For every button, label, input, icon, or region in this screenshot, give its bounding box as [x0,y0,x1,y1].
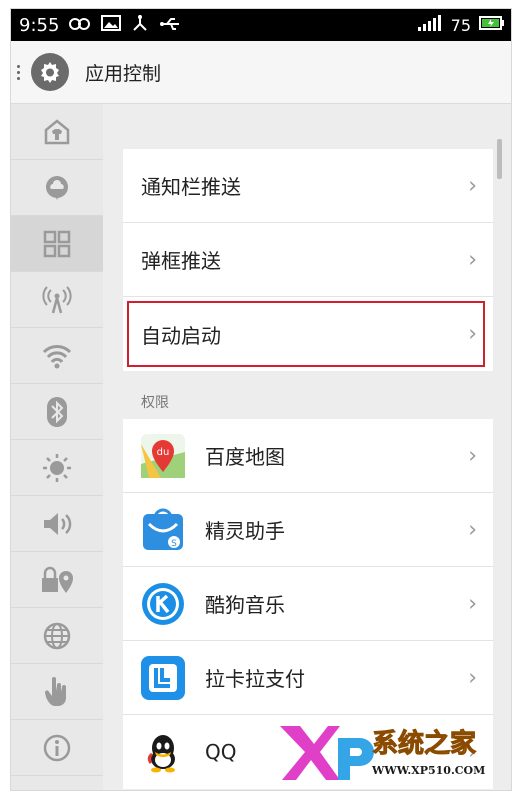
watermark-logo: 系统之家 WWW.XP510.COM [278,716,508,786]
app-name: 酷狗音乐 [205,593,285,617]
sidebar-item-gesture[interactable] [11,664,103,720]
sidebar-item-brightness[interactable] [11,440,103,496]
sidebar-item-network[interactable] [11,272,103,328]
sidebar-item-privacy[interactable] [11,552,103,608]
lock-location-icon [42,566,73,593]
usb-tree-icon [131,14,149,36]
qq-icon [141,730,185,774]
drawer-handle-icon[interactable] [17,64,23,80]
app-row-lakala[interactable]: 拉卡拉支付 › [123,641,493,715]
app-row-baidu-maps[interactable]: du 百度地图 › [123,419,493,493]
wifi-icon [42,344,72,368]
kugou-icon [141,582,185,626]
section-header-permissions: 权限 [141,395,169,411]
popup-push-row[interactable]: 弹框推送 › [123,223,493,297]
sidebar [11,104,103,790]
bluetooth-icon [47,396,67,427]
infinity-icon [69,16,91,35]
home-shirt-icon [44,118,70,144]
cloud-icon [46,175,68,200]
chevron-right-icon: › [468,321,477,347]
brightness-icon [43,453,71,482]
grid-icon [43,230,71,257]
baidu-maps-icon: du [141,433,185,478]
sidebar-item-apps[interactable] [11,216,103,272]
push-settings-card: 通知栏推送 › 弹框推送 › 自动启动 › [123,149,493,371]
row-label: 通知栏推送 [141,175,241,199]
scrollbar[interactable] [497,139,502,179]
svg-text:du: du [157,447,170,458]
sidebar-item-home[interactable] [11,104,103,160]
auto-start-row[interactable]: 自动启动 › [123,297,493,371]
app-row-jingling[interactable]: S 精灵助手 › [123,493,493,567]
gear-icon[interactable] [31,53,69,91]
app-bar: 应用控制 [11,41,511,104]
main-content: 通知栏推送 › 弹框推送 › 自动启动 › 权限 du 百度地图 › S 精灵助… [123,104,493,790]
chevron-right-icon: › [468,665,477,690]
chevron-right-icon: › [468,517,477,542]
battery-level: 75 [450,15,471,35]
image-icon [101,15,122,35]
sidebar-item-language[interactable] [11,608,103,664]
jingling-icon: S [141,508,185,552]
sidebar-item-bluetooth[interactable] [11,384,103,440]
sidebar-item-wifi[interactable] [11,328,103,384]
page-title: 应用控制 [85,62,162,85]
chevron-right-icon: › [468,247,477,272]
hand-icon [44,676,66,706]
row-label: 自动启动 [141,323,221,348]
sidebar-item-about[interactable] [11,720,103,776]
status-bar: 9:55 75 [11,9,511,41]
usb-icon [159,16,183,35]
battery-icon [479,15,505,35]
signal-icon [417,15,443,35]
lakala-icon [141,655,185,700]
screen: 9:55 75 应用控制 通知栏推送 › 弹框推送 › 自动启动 › 权限 du… [10,8,512,791]
chevron-right-icon: › [468,173,477,198]
volume-icon [44,512,72,535]
sidebar-item-cloud[interactable] [11,160,103,216]
app-name: 百度地图 [205,445,285,469]
chevron-right-icon: › [468,443,477,468]
globe-icon [43,622,71,649]
app-name: QQ [205,740,237,764]
app-row-kugou[interactable]: 酷狗音乐 › [123,567,493,641]
chevron-right-icon: › [468,591,477,616]
antenna-icon [42,285,72,313]
svg-text:WWW.XP510.COM: WWW.XP510.COM [371,764,485,777]
svg-text:系统之家: 系统之家 [372,728,476,759]
info-icon [43,734,71,761]
app-name: 拉卡拉支付 [205,667,305,691]
row-label: 弹框推送 [141,249,221,273]
status-time: 9:55 [19,14,60,36]
svg-text:S: S [171,539,177,549]
sidebar-item-volume[interactable] [11,496,103,552]
app-name: 精灵助手 [205,519,285,543]
notification-push-row[interactable]: 通知栏推送 › [123,149,493,223]
